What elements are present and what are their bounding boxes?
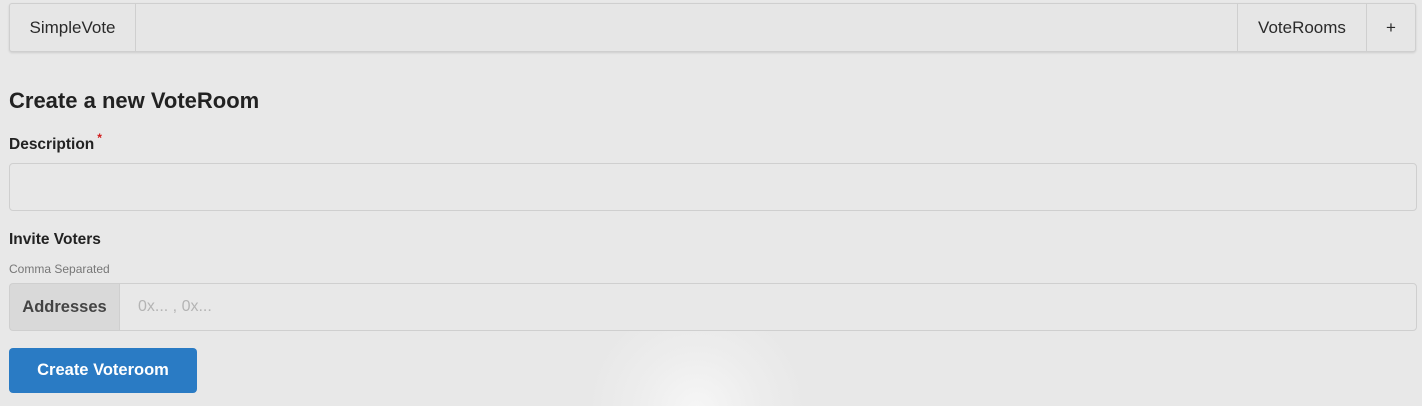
create-voteroom-button[interactable]: Create Voteroom: [9, 348, 197, 393]
add-voteroom-button[interactable]: +: [1366, 4, 1415, 51]
description-label-wrapper: Description *: [9, 131, 102, 155]
description-label: Description: [9, 136, 95, 153]
addresses-input[interactable]: [119, 283, 1417, 331]
brand-link[interactable]: SimpleVote: [10, 4, 136, 51]
top-navbar: SimpleVote VoteRooms +: [9, 3, 1416, 52]
page-title: Create a new VoteRoom: [9, 88, 260, 113]
description-input[interactable]: [9, 163, 1417, 211]
page: SimpleVote VoteRooms + Create a new Vote…: [0, 0, 1422, 406]
invite-voters-label: Invite Voters: [9, 231, 101, 248]
addresses-input-group: Addresses: [9, 283, 1417, 331]
invite-hint: Comma Separated: [9, 262, 110, 276]
navbar-spacer: [136, 4, 1237, 51]
voterooms-link[interactable]: VoteRooms: [1237, 4, 1366, 51]
required-marker: *: [97, 131, 102, 145]
addresses-label: Addresses: [9, 283, 119, 331]
